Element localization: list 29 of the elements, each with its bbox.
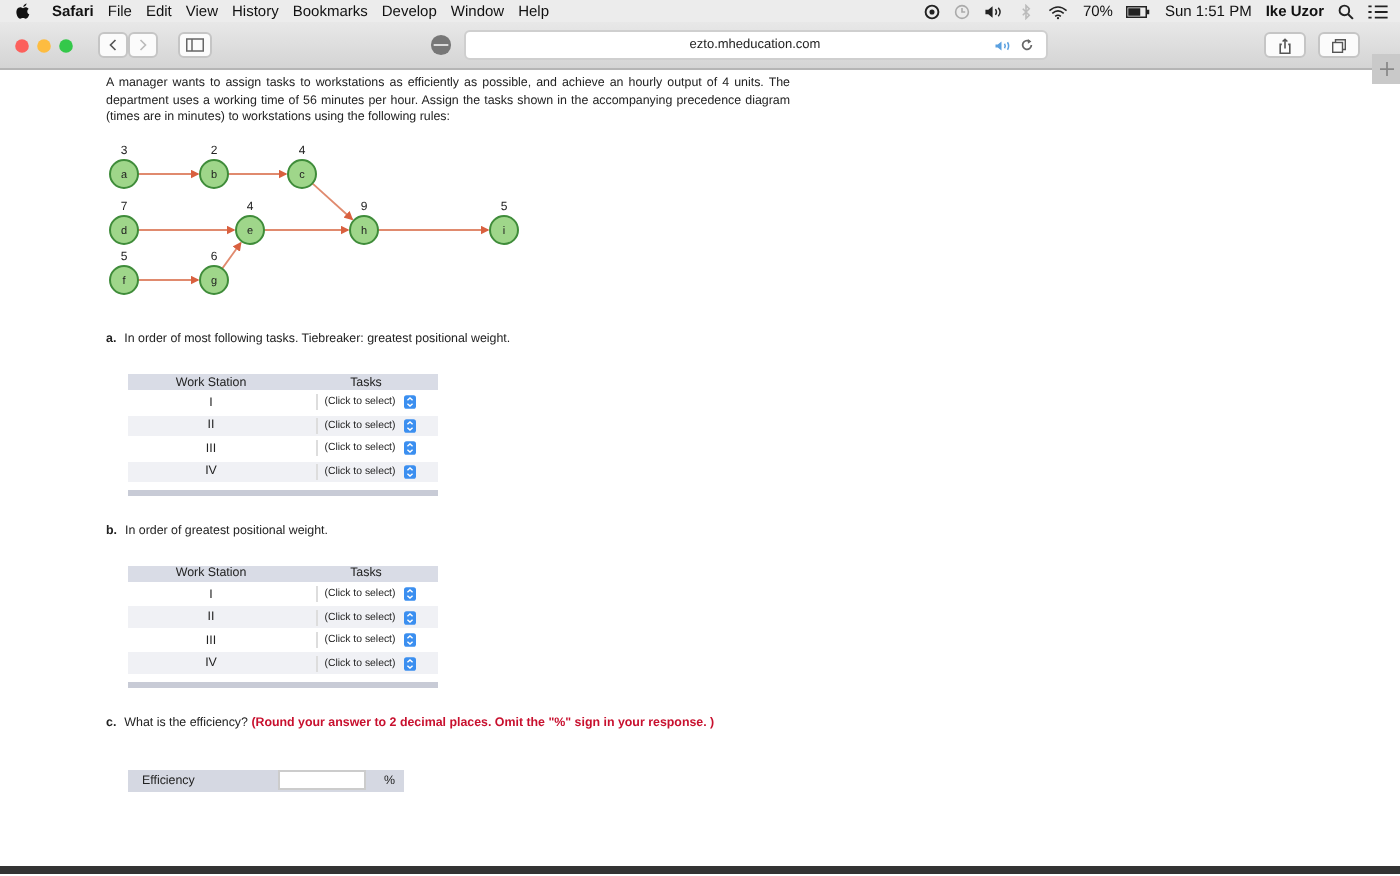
share-icon <box>1278 37 1292 53</box>
share-button[interactable] <box>1264 32 1306 58</box>
back-button[interactable] <box>98 32 128 58</box>
efficiency-input[interactable] <box>278 770 366 791</box>
tabs-button[interactable] <box>1318 32 1360 58</box>
arrow <box>377 225 490 235</box>
arrow <box>137 169 200 179</box>
reload-icon[interactable] <box>1019 38 1033 52</box>
arrow <box>221 241 242 270</box>
sidebar-icon <box>186 38 204 52</box>
website-icon[interactable] <box>429 34 451 56</box>
arrow <box>137 275 200 285</box>
search-icon[interactable] <box>1338 3 1354 19</box>
chevron-left-icon <box>108 38 118 52</box>
status-icon[interactable] <box>924 3 941 19</box>
speaker-icon[interactable] <box>993 39 1011 51</box>
chevron-right-icon <box>138 38 148 52</box>
battery-icon[interactable] <box>1126 5 1151 17</box>
arrow <box>311 182 354 221</box>
tabs-icon <box>1332 37 1346 53</box>
plus-icon <box>1379 62 1393 76</box>
sidebar-button[interactable] <box>178 32 212 58</box>
arrow <box>137 225 236 235</box>
arrow <box>227 169 288 179</box>
arrow <box>263 225 350 235</box>
volume-icon[interactable] <box>984 3 1005 19</box>
apple-icon[interactable] <box>16 2 30 20</box>
wifi-icon[interactable] <box>1048 3 1069 19</box>
list-icon[interactable] <box>1368 3 1388 19</box>
